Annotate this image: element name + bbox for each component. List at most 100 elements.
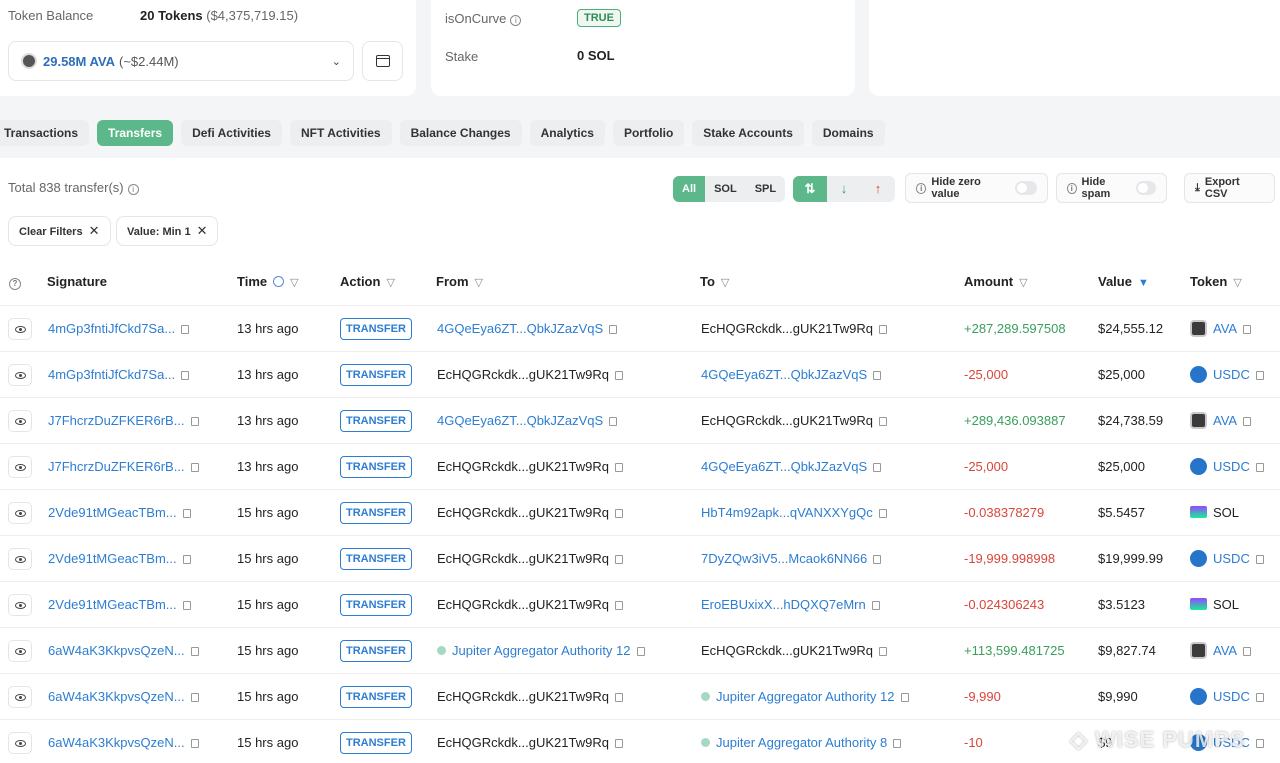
token-cell[interactable]: AVA: [1190, 628, 1252, 674]
help-icon[interactable]: ?: [9, 274, 21, 290]
signature-text[interactable]: 6aW4aK3KkpvsQzeN...: [48, 643, 185, 658]
copy-icon[interactable]: [893, 739, 902, 748]
from-address[interactable]: 4GQeEya6ZT...QbkJZazVqS: [437, 306, 618, 352]
token-symbol[interactable]: AVA: [1213, 643, 1237, 658]
token-cell[interactable]: AVA: [1190, 306, 1252, 352]
token-symbol[interactable]: USDC: [1213, 551, 1250, 566]
to-address-text[interactable]: EroEBUxixX...hDQXQ7eMrn: [701, 597, 866, 612]
copy-icon[interactable]: [1243, 417, 1252, 426]
token-symbol[interactable]: USDC: [1213, 735, 1250, 750]
copy-icon[interactable]: [614, 601, 623, 610]
copy-icon[interactable]: [190, 693, 199, 702]
token-symbol[interactable]: USDC: [1213, 459, 1250, 474]
copy-icon[interactable]: [873, 555, 882, 564]
copy-icon[interactable]: [614, 555, 623, 564]
signature-text[interactable]: 6aW4aK3KkpvsQzeN...: [48, 689, 185, 704]
token-cell[interactable]: USDC: [1190, 720, 1264, 763]
token-cell[interactable]: USDC: [1190, 444, 1264, 490]
to-address-text[interactable]: Jupiter Aggregator Authority 8: [716, 735, 887, 750]
copy-icon[interactable]: [614, 371, 623, 380]
signature-link[interactable]: 6aW4aK3KkpvsQzeN...: [48, 720, 199, 763]
signature-text[interactable]: J7FhcrzDuZFKER6rB...: [48, 413, 185, 428]
token-symbol[interactable]: SOL: [1213, 505, 1239, 520]
copy-icon[interactable]: [182, 601, 191, 610]
tab-domains[interactable]: Domains: [811, 120, 885, 146]
to-address-text[interactable]: 4GQeEya6ZT...QbkJZazVqS: [701, 459, 867, 474]
filter-sol[interactable]: SOL: [705, 176, 746, 202]
copy-icon[interactable]: [614, 693, 623, 702]
filter-icon[interactable]: ▽: [1019, 276, 1027, 289]
toggle-switch[interactable]: [1135, 181, 1156, 195]
copy-icon[interactable]: [190, 463, 199, 472]
signature-link[interactable]: 2Vde91tMGeacTBm...: [48, 490, 191, 536]
tab-analytics[interactable]: Analytics: [529, 120, 605, 146]
token-cell[interactable]: USDC: [1190, 674, 1264, 720]
copy-icon[interactable]: [190, 739, 199, 748]
close-icon[interactable]: ✕: [89, 223, 100, 238]
copy-icon[interactable]: [878, 647, 887, 656]
view-eye-icon[interactable]: [8, 410, 32, 432]
to-address[interactable]: 4GQeEya6ZT...QbkJZazVqS: [701, 444, 882, 490]
copy-icon[interactable]: [636, 647, 645, 656]
tab-stake-accounts[interactable]: Stake Accounts: [692, 120, 804, 146]
filter-spl[interactable]: SPL: [746, 176, 785, 202]
hide-spam-toggle[interactable]: i Hide spam: [1056, 173, 1167, 203]
filter-all[interactable]: All: [673, 176, 706, 202]
filter-icon[interactable]: ▽: [290, 276, 298, 289]
to-address[interactable]: EroEBUxixX...hDQXQ7eMrn: [701, 582, 880, 628]
token-symbol[interactable]: USDC: [1213, 367, 1250, 382]
tab-nft-activities[interactable]: NFT Activities: [289, 120, 392, 146]
view-eye-icon[interactable]: [8, 594, 32, 616]
tab-balance-changes[interactable]: Balance Changes: [399, 120, 522, 146]
copy-icon[interactable]: [181, 325, 190, 334]
view-eye-icon[interactable]: [8, 364, 32, 386]
view-eye-icon[interactable]: [8, 502, 32, 524]
info-icon[interactable]: i: [510, 15, 522, 26]
copy-icon[interactable]: [182, 555, 191, 564]
signature-link[interactable]: J7FhcrzDuZFKER6rB...: [48, 398, 199, 444]
view-eye-icon[interactable]: [8, 318, 32, 340]
from-address[interactable]: Jupiter Aggregator Authority 12: [437, 628, 645, 674]
copy-icon[interactable]: [1255, 555, 1264, 564]
clock-icon[interactable]: [273, 276, 285, 287]
to-address[interactable]: Jupiter Aggregator Authority 12: [701, 674, 909, 720]
signature-link[interactable]: 2Vde91tMGeacTBm...: [48, 536, 191, 582]
copy-icon[interactable]: [190, 647, 199, 656]
toggle-switch[interactable]: [1014, 181, 1037, 195]
copy-icon[interactable]: [878, 509, 887, 518]
to-address-text[interactable]: Jupiter Aggregator Authority 12: [716, 689, 895, 704]
tab-defi-activities[interactable]: Defi Activities: [181, 120, 282, 146]
copy-icon[interactable]: [190, 417, 199, 426]
to-address-text[interactable]: 4GQeEya6ZT...QbkJZazVqS: [701, 367, 867, 382]
filter-active-icon[interactable]: ▼: [1138, 277, 1149, 289]
signature-text[interactable]: 2Vde91tMGeacTBm...: [48, 505, 177, 520]
tab-transactions[interactable]: Transactions: [0, 120, 90, 146]
to-address-text[interactable]: HbT4m92apk...qVANXXYgQc: [701, 505, 873, 520]
token-symbol[interactable]: AVA: [1213, 413, 1237, 428]
hide-zero-toggle[interactable]: i Hide zero value: [905, 173, 1048, 203]
view-eye-icon[interactable]: [8, 732, 32, 754]
view-eye-icon[interactable]: [8, 640, 32, 662]
copy-icon[interactable]: [871, 601, 880, 610]
signature-text[interactable]: 2Vde91tMGeacTBm...: [48, 551, 177, 566]
copy-icon[interactable]: [614, 509, 623, 518]
to-address[interactable]: HbT4m92apk...qVANXXYgQc: [701, 490, 887, 536]
from-address-text[interactable]: 4GQeEya6ZT...QbkJZazVqS: [437, 321, 603, 336]
view-eye-icon[interactable]: [8, 456, 32, 478]
arrow-down-icon[interactable]: ↓: [827, 176, 861, 202]
copy-icon[interactable]: [1255, 693, 1264, 702]
copy-icon[interactable]: [878, 325, 887, 334]
copy-icon[interactable]: [1255, 463, 1264, 472]
copy-icon[interactable]: [609, 325, 618, 334]
from-address[interactable]: 4GQeEya6ZT...QbkJZazVqS: [437, 398, 618, 444]
copy-icon[interactable]: [614, 739, 623, 748]
signature-text[interactable]: 2Vde91tMGeacTBm...: [48, 597, 177, 612]
copy-icon[interactable]: [873, 463, 882, 472]
export-csv-button[interactable]: ⤓ Export CSV: [1184, 173, 1275, 203]
copy-icon[interactable]: [1243, 325, 1252, 334]
from-address-text[interactable]: 4GQeEya6ZT...QbkJZazVqS: [437, 413, 603, 428]
copy-icon[interactable]: [873, 371, 882, 380]
signature-link[interactable]: 2Vde91tMGeacTBm...: [48, 582, 191, 628]
signature-link[interactable]: 4mGp3fntiJfCkd7Sa...: [48, 352, 190, 398]
signature-text[interactable]: J7FhcrzDuZFKER6rB...: [48, 459, 185, 474]
